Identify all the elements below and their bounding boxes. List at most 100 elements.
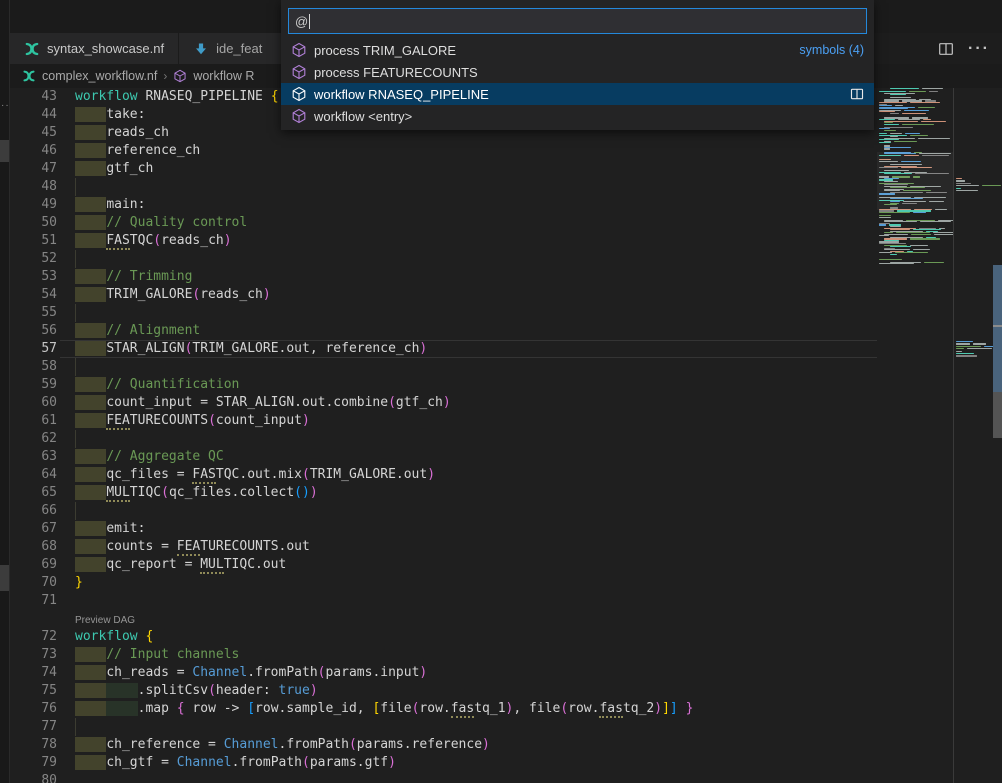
token-b1: { <box>271 89 279 104</box>
code-line[interactable]: 67 emit: <box>10 520 877 538</box>
code-line[interactable]: 60 count_input = STAR_ALIGN.out.combine(… <box>10 394 877 412</box>
minimap-line <box>879 235 889 236</box>
line-number: 56 <box>10 322 57 340</box>
code-line[interactable]: 47 gtf_ch <box>10 160 877 178</box>
code-line[interactable]: 51 FASTQC(reads_ch) <box>10 232 877 250</box>
token-id: row -> <box>185 701 248 716</box>
open-to-side-icon[interactable] <box>850 87 864 101</box>
scrollbar-thumb[interactable] <box>993 327 1002 392</box>
line-number: 47 <box>10 160 57 178</box>
code-line[interactable]: 52 <box>10 250 877 268</box>
minimap-line <box>929 91 938 92</box>
quick-pick-input[interactable]: @ <box>288 8 867 34</box>
code-line[interactable]: 74 ch_reads = Channel.fromPath(params.in… <box>10 664 877 682</box>
code-line[interactable]: 53 // Trimming <box>10 268 877 286</box>
token-id: ch_reference = <box>106 737 223 752</box>
code-line[interactable]: 64 qc_files = FASTQC.out.mix(TRIM_GALORE… <box>10 466 877 484</box>
quickpick-item-1[interactable]: process FEATURECOUNTS <box>281 61 874 83</box>
token-id: STAR_ALIGN <box>106 341 184 356</box>
more-actions-icon[interactable]: ··· <box>968 41 990 57</box>
quickpick-item-2[interactable]: workflow RNASEQ_PIPELINE <box>281 83 874 105</box>
code-line[interactable]: 68 counts = FEATURECOUNTS.out <box>10 538 877 556</box>
code-line[interactable]: 75 .splitCsv(header: true) <box>10 682 877 700</box>
token-id: count_input <box>216 413 302 428</box>
scrollbar-thumb[interactable] <box>993 265 1002 325</box>
token-id: TQC <box>130 233 153 248</box>
token-ind1 <box>75 665 106 680</box>
code-line[interactable]: 70} <box>10 574 877 592</box>
token-b3: ] <box>670 701 678 716</box>
token-ind1 <box>75 395 106 410</box>
code-line[interactable]: 46 reference_ch <box>10 142 877 160</box>
code-line[interactable]: 65 MULTIQC(qc_files.collect()) <box>10 484 877 502</box>
token-b2: ) <box>427 467 435 482</box>
token-b2: ( <box>153 233 161 248</box>
code-line[interactable]: 72workflow { <box>10 628 877 646</box>
code-line[interactable]: 78 ch_reference = Channel.fromPath(param… <box>10 736 877 754</box>
breadcrumb-symbol[interactable]: workflow R <box>193 69 254 83</box>
code-line[interactable]: 58 <box>10 358 877 376</box>
split-editor-icon[interactable] <box>938 41 954 57</box>
code-line[interactable]: 48 <box>10 178 877 196</box>
minimap-line <box>922 88 944 89</box>
token-ind1 <box>75 197 106 212</box>
code-line[interactable]: 71 <box>10 592 877 610</box>
right-editor-pane <box>953 88 1002 783</box>
code-line[interactable]: 50 // Quality control <box>10 214 877 232</box>
token-id: TQC.out.mix <box>216 467 302 482</box>
code-line[interactable]: 59 // Quantification <box>10 376 877 394</box>
editor-actions: ··· <box>926 33 1002 64</box>
arrow-down-icon <box>193 41 209 57</box>
left-scroll-decoration <box>0 140 9 162</box>
code-line[interactable]: 54 TRIM_GALORE(reads_ch) <box>10 286 877 304</box>
code-line[interactable]: 57 STAR_ALIGN(TRIM_GALORE.out, reference… <box>10 340 877 358</box>
minimap-line <box>910 135 928 136</box>
code-line[interactable]: 76 .map { row -> [row.sample_id, [file(r… <box>10 700 877 718</box>
quickpick-item-0[interactable]: process TRIM_GALOREsymbols (4) <box>281 39 874 61</box>
minimap-line <box>890 226 901 227</box>
indent-guide <box>75 178 76 196</box>
tab-syntax-showcase[interactable]: syntax_showcase.nf <box>10 33 179 64</box>
symbols-count-link[interactable]: symbols (4) <box>799 43 864 57</box>
token-b2: { <box>177 701 185 716</box>
line-number: 55 <box>10 304 57 322</box>
quickpick-item-3[interactable]: workflow <entry> <box>281 105 874 127</box>
minimap-line <box>921 121 946 122</box>
line-number: 64 <box>10 466 57 484</box>
token-ind1 <box>75 647 106 662</box>
token-b1: } <box>75 575 83 590</box>
token-id: count_input = STAR_ALIGN.out.combine <box>106 395 388 410</box>
code-line[interactable]: 61 FEATURECOUNTS(count_input) <box>10 412 877 430</box>
token-cls: Channel <box>192 665 247 680</box>
code-line[interactable]: 62 <box>10 430 877 448</box>
code-editor[interactable]: 43workflow RNASEQ_PIPELINE {44 take:45 r… <box>10 88 877 783</box>
token-id: counts = <box>106 539 176 554</box>
token-ind1 <box>75 485 106 500</box>
vscode-window: ·· syntax_showcase.nf ide_feat <box>0 0 1002 783</box>
minimap-slider[interactable] <box>877 152 953 210</box>
token-kw: workflow <box>75 629 138 644</box>
code-line[interactable]: 63 // Aggregate QC <box>10 448 877 466</box>
code-line[interactable]: 69 qc_report = MULTIQC.out <box>10 556 877 574</box>
scrollbar-thumb[interactable] <box>993 392 1002 438</box>
code-line-text: reference_ch <box>75 142 200 160</box>
breadcrumb-file[interactable]: complex_workflow.nf <box>42 69 157 83</box>
code-line[interactable]: 55 <box>10 304 877 322</box>
cropped-minimap-line <box>956 183 971 184</box>
token-id: row. <box>419 701 450 716</box>
code-line-text: .map { row -> [row.sample_id, [file(row.… <box>75 700 693 718</box>
code-line-text: count_input = STAR_ALIGN.out.combine(gtf… <box>75 394 451 412</box>
minimap[interactable] <box>877 88 953 783</box>
code-line[interactable]: 73 // Input channels <box>10 646 877 664</box>
code-line[interactable]: 66 <box>10 502 877 520</box>
code-line[interactable]: 79 ch_gtf = Channel.fromPath(params.gtf) <box>10 754 877 772</box>
token-id: params.reference <box>357 737 482 752</box>
code-line[interactable]: 77 <box>10 718 877 736</box>
code-line[interactable]: 80 <box>10 772 877 783</box>
token-id: gtf_ch <box>106 161 153 176</box>
code-line[interactable]: 49 main: <box>10 196 877 214</box>
quickpick-item-label: process FEATURECOUNTS <box>314 65 478 80</box>
line-number: 69 <box>10 556 57 574</box>
code-line[interactable]: 56 // Alignment <box>10 322 877 340</box>
symbol-module-icon <box>291 64 307 80</box>
